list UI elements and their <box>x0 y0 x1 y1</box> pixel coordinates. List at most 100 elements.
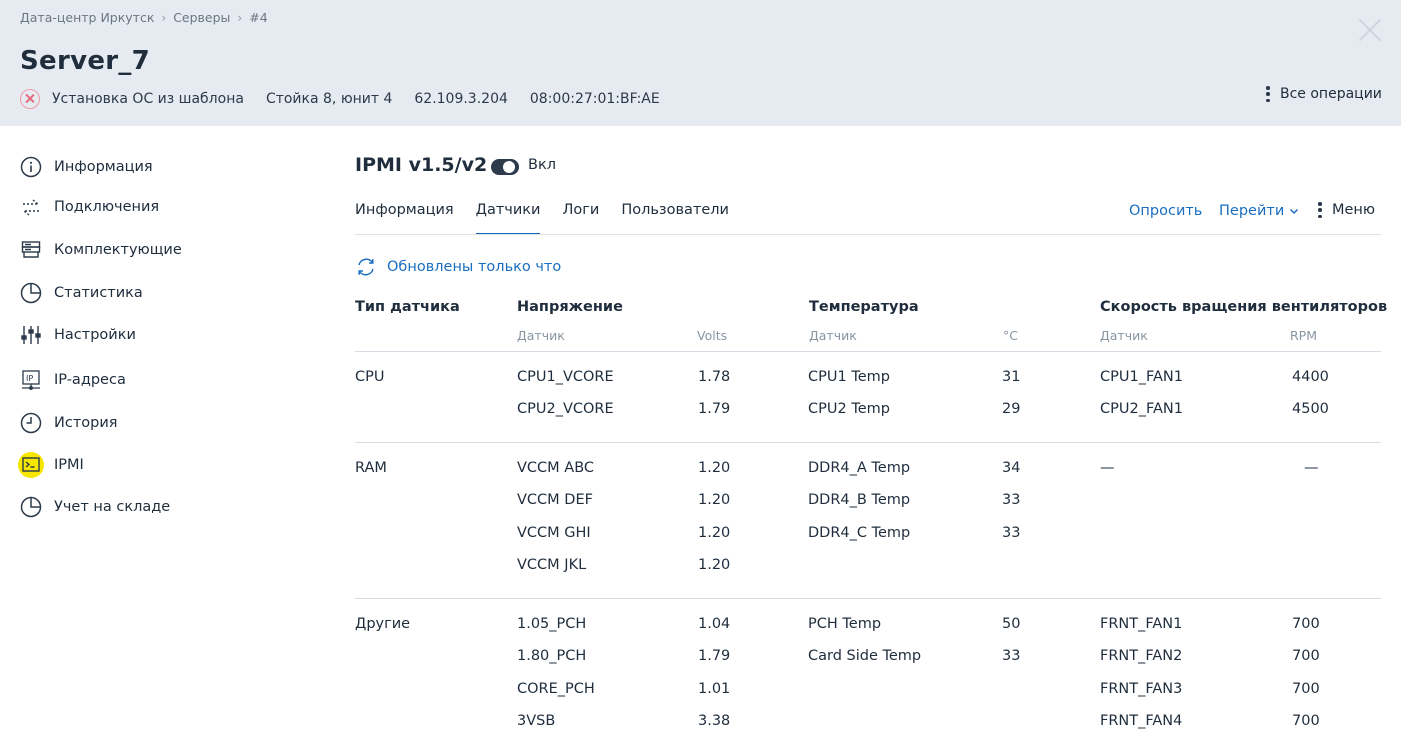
sensor-type-cell: Другие <box>355 616 411 632</box>
temperature-value: 33 <box>1002 525 1021 541</box>
subheader-voltage-sensor: Датчик <box>517 328 565 343</box>
header-temperature: Температура <box>809 299 919 315</box>
components-icon <box>18 237 44 263</box>
status-text: Установка ОС из шаблона <box>52 91 244 107</box>
fan-sensor-name: FRNT_FAN2 <box>1100 648 1183 664</box>
temperature-value: 50 <box>1002 616 1021 632</box>
fan-rpm-value: 4500 <box>1292 401 1329 417</box>
poll-button[interactable]: Опросить <box>1129 203 1202 219</box>
voltage-value: 1.20 <box>698 525 731 541</box>
chevron-down-icon <box>1290 208 1299 215</box>
breadcrumb-servers[interactable]: Серверы <box>173 10 230 25</box>
voltage-sensor-name: CPU1_VCORE <box>517 369 614 385</box>
sidebar-item-ipmi[interactable]: IPMI <box>18 450 84 480</box>
menu-button[interactable]: Меню <box>1318 202 1375 218</box>
group-divider <box>355 598 1381 599</box>
sidebar-item-label: Настройки <box>54 327 136 343</box>
sidebar-item-warehouse[interactable]: Учет на складе <box>18 492 170 522</box>
pie-chart-icon <box>18 280 44 306</box>
sidebar-item-settings[interactable]: Настройки <box>18 320 136 350</box>
voltage-sensor-name: CPU2_VCORE <box>517 401 614 417</box>
tab-info[interactable]: Информация <box>355 198 454 235</box>
temperature-sensor-name: CPU2 Temp <box>808 401 890 417</box>
fan-sensor-name: FRNT_FAN3 <box>1100 681 1183 697</box>
temperature-value: 34 <box>1002 460 1021 476</box>
sidebar-item-statistics[interactable]: Статистика <box>18 278 143 308</box>
tabs-divider <box>355 234 1381 235</box>
ipmi-title: IPMI v1.5/v2 <box>355 154 488 176</box>
svg-text:IP: IP <box>26 374 33 383</box>
breadcrumb: Дата-центр Иркутск › Серверы › #4 <box>20 10 268 25</box>
fan-sensor-name: FRNT_FAN4 <box>1100 713 1183 729</box>
sidebar-item-info[interactable]: Информация <box>18 152 153 182</box>
subheader-celsius: °C <box>1003 328 1018 343</box>
menu-label: Меню <box>1332 202 1376 218</box>
pie-chart-icon <box>18 494 44 520</box>
tab-users[interactable]: Пользователи <box>621 198 729 235</box>
voltage-value: 1.79 <box>698 401 731 417</box>
table-header-divider <box>355 351 1381 352</box>
close-icon[interactable] <box>1356 16 1384 44</box>
sensor-type-cell: CPU <box>355 369 385 385</box>
temperature-value: 33 <box>1002 648 1021 664</box>
refresh-label: Обновлены только что <box>387 259 562 275</box>
sidebar-item-components[interactable]: Комплектующие <box>18 235 182 265</box>
fan-sensor-name: CPU1_FAN1 <box>1100 369 1183 385</box>
all-operations-button[interactable]: Все операции <box>1266 86 1382 102</box>
sliders-icon <box>18 322 44 348</box>
terminal-icon <box>18 452 44 478</box>
header-sensor-type: Тип датчика <box>355 299 460 315</box>
voltage-sensor-name: 1.80_PCH <box>517 648 587 664</box>
goto-label: Перейти <box>1219 203 1285 219</box>
temperature-sensor-name: DDR4_A Temp <box>808 460 911 476</box>
tab-sensors[interactable]: Датчики <box>475 198 541 235</box>
sidebar-item-connections[interactable]: Подключения <box>18 192 159 222</box>
goto-dropdown[interactable]: Перейти <box>1219 203 1300 219</box>
refresh-icon <box>358 258 374 276</box>
status-error-icon <box>20 89 40 109</box>
header-fan-speed: Скорость вращения вентиляторов <box>1100 299 1388 315</box>
header-voltage: Напряжение <box>517 299 623 315</box>
fan-sensor-name: CPU2_FAN1 <box>1100 401 1183 417</box>
subheader-rpm: RPM <box>1290 328 1318 343</box>
page-header: Дата-центр Иркутск › Серверы › #4 Server… <box>0 0 1401 126</box>
sidebar-item-label: Учет на складе <box>54 499 171 515</box>
toggle-label: Вкл <box>528 157 556 173</box>
sidebar-item-ip-addresses[interactable]: IP IP-адреса <box>18 365 126 395</box>
voltage-sensor-name: 3VSB <box>517 713 556 729</box>
temperature-value: 31 <box>1002 369 1021 385</box>
group-divider <box>355 442 1381 443</box>
fan-sensor-name: — <box>1100 460 1115 476</box>
tab-logs[interactable]: Логи <box>562 198 599 235</box>
sidebar-item-label: Комплектующие <box>54 242 182 258</box>
connections-icon <box>18 194 44 220</box>
subheader-volts: Volts <box>697 328 728 343</box>
voltage-value: 1.20 <box>698 460 731 476</box>
ip-address: 62.109.3.204 <box>414 91 508 107</box>
kebab-menu-icon <box>1266 86 1270 102</box>
temperature-sensor-name: DDR4_C Temp <box>808 525 911 541</box>
temperature-sensor-name: PCH Temp <box>808 616 882 632</box>
voltage-value: 1.79 <box>698 648 731 664</box>
rack-location: Стойка 8, юнит 4 <box>265 91 393 107</box>
breadcrumb-datacenter[interactable]: Дата-центр Иркутск <box>20 10 154 25</box>
voltage-value: 3.38 <box>698 713 731 729</box>
voltage-sensor-name: CORE_PCH <box>517 681 595 697</box>
server-meta: Установка ОС из шаблона Стойка 8, юнит 4… <box>20 88 682 110</box>
ipmi-tabs: Информация Датчики Логи Пользователи <box>355 198 751 235</box>
sidebar-item-history[interactable]: История <box>18 408 118 438</box>
all-operations-label: Все операции <box>1280 86 1382 102</box>
fan-rpm-value: 700 <box>1292 681 1320 697</box>
kebab-menu-icon <box>1318 202 1322 218</box>
voltage-value: 1.20 <box>698 557 731 573</box>
voltage-sensor-name: VCCM DEF <box>517 492 593 508</box>
voltage-value: 1.78 <box>698 369 731 385</box>
fan-rpm-value: — <box>1304 460 1319 476</box>
ipmi-toggle[interactable] <box>491 159 519 175</box>
voltage-sensor-name: VCCM GHI <box>517 525 591 541</box>
refresh-status[interactable]: Обновлены только что <box>355 256 561 278</box>
voltage-value: 1.04 <box>698 616 731 632</box>
fan-rpm-value: 4400 <box>1292 369 1329 385</box>
info-icon <box>18 154 44 180</box>
page-title: Server_7 <box>20 46 151 76</box>
